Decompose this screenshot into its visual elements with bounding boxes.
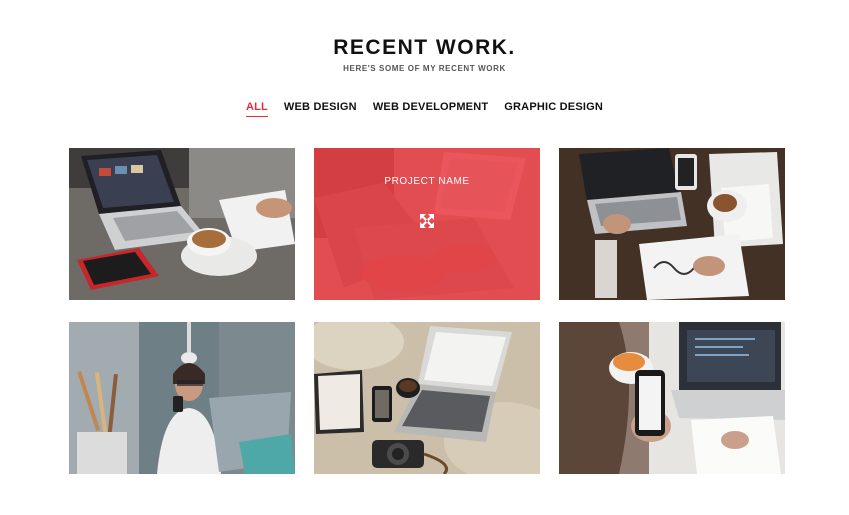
portfolio-item-6[interactable] <box>559 322 785 474</box>
portfolio-filter-bar: ALL WEB DESIGN WEB DEVELOPMENT GRAPHIC D… <box>0 101 849 117</box>
portfolio-item-1[interactable] <box>69 148 295 300</box>
project-name: PROJECT NAME <box>384 176 470 187</box>
section-subtitle: HERE'S SOME OF MY RECENT WORK <box>343 64 506 73</box>
portfolio-image <box>559 148 785 300</box>
filter-web-design[interactable]: WEB DESIGN <box>284 101 357 117</box>
filter-web-development[interactable]: WEB DEVELOPMENT <box>373 101 488 117</box>
section-title: RECENT WORK. <box>333 36 516 59</box>
portfolio-image <box>314 322 540 474</box>
portfolio-item-3[interactable] <box>559 148 785 300</box>
portfolio-item-4[interactable] <box>69 322 295 474</box>
expand-arrows-icon[interactable] <box>419 213 435 229</box>
portfolio-grid: PROJECT NAME <box>69 148 785 474</box>
portfolio-image <box>69 322 295 474</box>
portfolio-item-5[interactable] <box>314 322 540 474</box>
filter-graphic-design[interactable]: GRAPHIC DESIGN <box>504 101 603 117</box>
portfolio-image <box>559 322 785 474</box>
portfolio-image <box>69 148 295 300</box>
section-header: RECENT WORK. HERE'S SOME OF MY RECENT WO… <box>0 36 849 73</box>
portfolio-item-2[interactable]: PROJECT NAME <box>314 148 540 300</box>
hover-overlay: PROJECT NAME <box>314 148 540 300</box>
filter-all[interactable]: ALL <box>245 101 268 117</box>
